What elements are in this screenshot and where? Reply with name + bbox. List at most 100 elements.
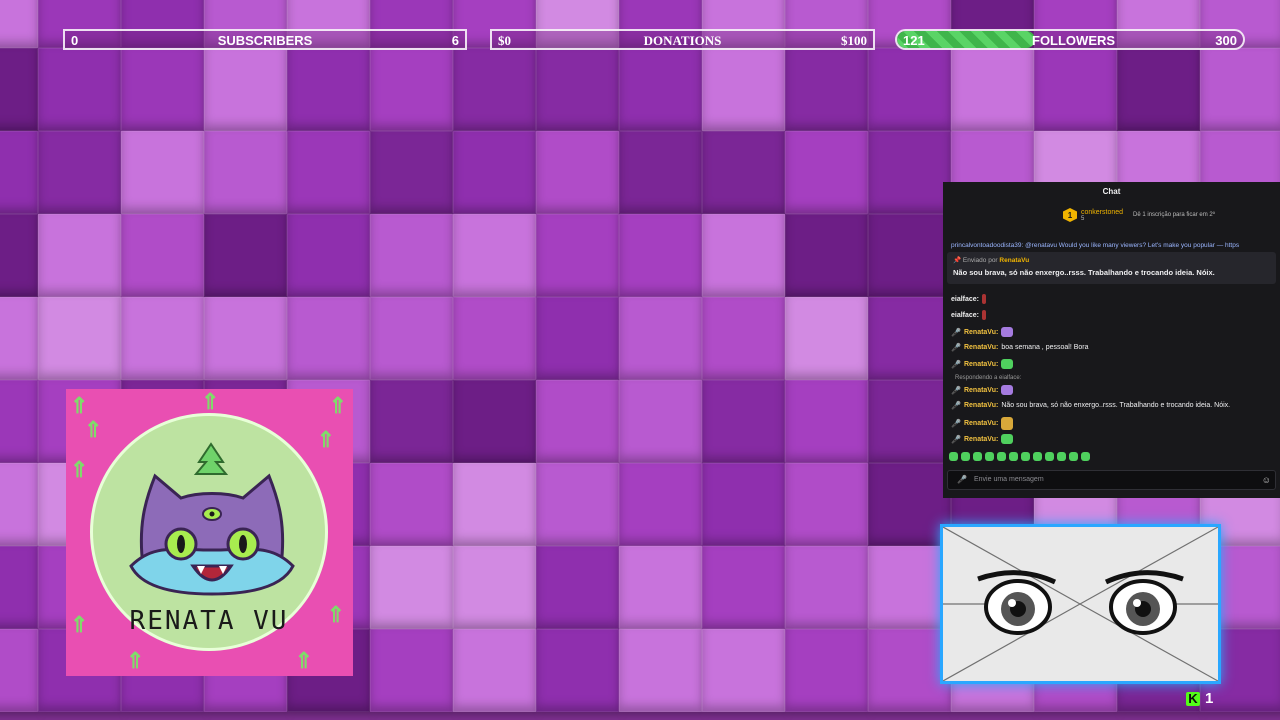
emote-icon[interactable] — [1045, 452, 1054, 461]
background-tile — [204, 131, 287, 214]
top-gifter-count: 5 — [1081, 215, 1085, 222]
background-tile — [619, 546, 702, 629]
background-tile — [536, 131, 619, 214]
background-tile — [204, 48, 287, 131]
subscribers-target: 6 — [451, 33, 459, 48]
chat-username[interactable]: RenataVu: — [964, 420, 998, 427]
emote-icon[interactable] — [985, 452, 994, 461]
gift-hint: Dê 1 inscrição para ficar em 2º — [1133, 212, 1215, 218]
donations-goal-bar: $0 DONATIONS $100 — [490, 29, 875, 50]
emote-icon[interactable] — [949, 452, 958, 461]
background-tile — [370, 463, 453, 546]
background-tile — [38, 48, 121, 131]
background-tile — [0, 463, 38, 546]
background-tile — [453, 48, 536, 131]
rank-badge: 1 — [1063, 208, 1077, 222]
background-tile — [785, 629, 868, 712]
emote-icon[interactable] — [1009, 452, 1018, 461]
chat-username[interactable]: RenataVu: — [964, 387, 998, 394]
mic-badge-icon: 🎤 — [951, 359, 961, 369]
emote-icon — [982, 294, 987, 304]
subscribers-goal-bar: 0 SUBSCRIBERS 6 — [63, 29, 467, 50]
emote-icon[interactable] — [973, 452, 982, 461]
pinned-message: 📌 Enviado por RenataVu Não sou brava, só… — [947, 252, 1276, 284]
pinned-author[interactable]: RenataVu — [999, 257, 1029, 264]
background-tile — [785, 214, 868, 297]
emote-icon[interactable] — [1069, 452, 1078, 461]
background-tile — [785, 546, 868, 629]
mic-badge-icon: 🎤 — [957, 475, 967, 484]
chat-username[interactable]: eialface: — [951, 312, 979, 319]
mic-badge-icon: 🎤 — [951, 385, 961, 395]
emote-icon — [1001, 417, 1014, 430]
background-tile — [868, 629, 951, 712]
background-tile — [121, 214, 204, 297]
background-tile — [287, 48, 370, 131]
emoji-picker-icon[interactable]: ☺ — [1262, 475, 1271, 485]
chat-username[interactable]: RenataVu: — [964, 329, 998, 336]
chat-message: 🎤 RenataVu: — [951, 417, 1014, 430]
background-tile — [868, 131, 951, 214]
arrow-up-icon: ⇑ — [70, 393, 89, 418]
chat-message: eialface: — [951, 294, 987, 304]
background-tile — [702, 214, 785, 297]
background-tile — [0, 380, 38, 463]
chat-panel: Chat 1 conkerstoned 5 Dê 1 inscrição par… — [943, 182, 1280, 498]
background-tile — [868, 214, 951, 297]
background-tile — [0, 629, 38, 712]
emote-icon — [1001, 434, 1014, 444]
background-tile — [204, 214, 287, 297]
background-tile — [702, 380, 785, 463]
background-tile — [868, 297, 951, 380]
background-tile — [868, 463, 951, 546]
chat-message: 🎤 RenataVu: — [951, 434, 1014, 444]
pin-icon: 📌 — [953, 257, 962, 264]
background-tile — [868, 546, 951, 629]
background-tile — [619, 629, 702, 712]
top-gifter-name[interactable]: conkerstoned — [1081, 209, 1123, 216]
background-tile — [619, 463, 702, 546]
emote-icon[interactable] — [1081, 452, 1090, 461]
arrow-up-icon: ⇑ — [201, 389, 220, 414]
emote-icon[interactable] — [997, 452, 1006, 461]
background-tile — [453, 629, 536, 712]
emote-icon — [1001, 359, 1014, 369]
chat-username[interactable]: RenataVu: — [964, 344, 998, 351]
background-tile — [287, 214, 370, 297]
top-gifter-leaderboard: 1 conkerstoned 5 Dê 1 inscrição para fic… — [1063, 208, 1215, 222]
chat-username[interactable]: RenataVu: — [964, 361, 998, 368]
chat-username[interactable]: eialface: — [951, 296, 979, 303]
background-tile — [38, 214, 121, 297]
background-tile — [785, 463, 868, 546]
chat-message: 🎤 RenataVu: — [951, 385, 1014, 395]
emote-icon[interactable] — [1057, 452, 1066, 461]
donations-label: DONATIONS — [643, 33, 722, 48]
emote-icon[interactable] — [1021, 452, 1030, 461]
background-tile — [619, 380, 702, 463]
background-tile — [785, 131, 868, 214]
logo-name: RENATA VU — [129, 606, 289, 636]
background-tile — [0, 297, 38, 380]
background-tile — [536, 214, 619, 297]
background-tile — [370, 546, 453, 629]
background-tile — [536, 629, 619, 712]
background-tile — [702, 629, 785, 712]
chat-message: 🎤 RenataVu: boa semana , pessoal! Bora — [951, 343, 1089, 352]
viewer-count: 1 — [1205, 690, 1214, 707]
background-tile — [785, 297, 868, 380]
mic-badge-icon: 🎤 — [951, 327, 961, 337]
arrow-up-icon: ⇑ — [70, 457, 89, 482]
chat-username[interactable]: RenataVu: — [964, 402, 998, 409]
emote-icon[interactable] — [961, 452, 970, 461]
background-tile — [370, 214, 453, 297]
background-tile — [702, 463, 785, 546]
background-tile — [121, 131, 204, 214]
emote-icon[interactable] — [1033, 452, 1042, 461]
chat-username[interactable]: RenataVu: — [964, 436, 998, 443]
followers-label: FOLLOWERS — [1032, 33, 1116, 48]
emote-picker-row — [949, 452, 1090, 461]
background-tile — [370, 131, 453, 214]
background-tile — [370, 297, 453, 380]
chat-input[interactable]: 🎤 Envie uma mensagem ☺ — [947, 470, 1276, 490]
background-tile — [702, 48, 785, 131]
